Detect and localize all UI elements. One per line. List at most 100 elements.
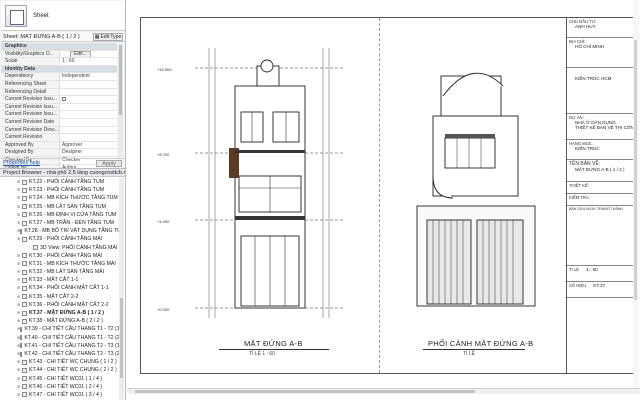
property-row[interactable]: Referencing Detail <box>1 88 117 97</box>
browser-sheet-item[interactable]: ⊕ KT.45 - CHI TIẾT WC01 ( 1 / 4 ) <box>0 375 119 383</box>
edit-type-button[interactable]: ▦ Edit Type <box>93 32 123 41</box>
perspective-view-title[interactable]: PHỐI CẢNH MẶT ĐỨNG A-B <box>428 339 533 348</box>
property-key: Designed By <box>5 149 34 156</box>
browser-sheet-item[interactable]: ⊕ KT.29 - PHỐI CẢNH TẦNG MÁI <box>0 235 119 243</box>
scrollbar-thumb[interactable] <box>135 390 475 393</box>
property-row[interactable]: Current Revision Issu... <box>1 111 117 119</box>
property-value[interactable] <box>59 118 117 126</box>
apply-button[interactable]: Apply <box>96 159 122 167</box>
scrollbar-thumb[interactable] <box>119 45 122 115</box>
browser-item-label: KT.32 - MB LÁT SÀN TẦNG MÁI <box>29 269 105 276</box>
elevation-view-title[interactable]: MẶT ĐỨNG A-B <box>244 339 303 348</box>
properties-help-link[interactable]: Properties help <box>1 160 40 166</box>
browser-sheet-item[interactable]: ⊕ KT.40 - CHI TIẾT CẦU THANG T1 - T2 (2 / <box>0 334 119 342</box>
property-key: Current Revision Date <box>5 118 55 125</box>
property-row[interactable]: Current Revision Issu... <box>1 96 117 104</box>
browser-sheet-item[interactable]: ⊕ KT.30 - PHỐI CẢNH TẦNG MÁI <box>0 252 119 260</box>
property-value[interactable]: Independent <box>59 73 117 80</box>
browser-sheet-item[interactable]: ⊕ KT.28 - MB BỐ TRÍ VẬT DỤNG TẦNG TUM <box>0 227 119 235</box>
property-value[interactable] <box>59 134 117 141</box>
sheet-icon <box>22 302 27 308</box>
type-selector[interactable]: Sheet <box>1 1 125 31</box>
browser-sheet-item[interactable]: ⊕ KT.23 - PHỐI CẢNH TẦNG TUM <box>0 186 119 194</box>
title-block[interactable]: CHỦ ĐẦU TƯ: ANH HUY ĐỊA CHỈ: HỒ CHÍ MINH… <box>566 18 637 373</box>
browser-sheet-item[interactable]: ⊕ KT.39 - CHI TIẾT CẦU THANG T1 - T2 (1 / <box>0 325 119 333</box>
browser-sheet-item[interactable]: ⊕ KT.41 - CHI TIẾT CẦU THANG T2 - T3 (1 / <box>0 342 119 350</box>
property-row[interactable]: Current Revision Issu... <box>1 103 117 112</box>
property-row[interactable]: Visibility/Graphics O... Edit... <box>1 50 117 59</box>
type-name: Sheet <box>33 12 49 19</box>
property-group-header[interactable]: Identity Data <box>1 65 117 74</box>
sheet-icon <box>20 351 23 357</box>
property-row[interactable]: Designed By Designer <box>1 149 117 157</box>
browser-sheet-item[interactable]: ⊕ KT.34 - PHỐI CẢNH MẶT CẮT 1-1 <box>0 284 119 292</box>
scrollbar-thumb[interactable] <box>634 40 637 300</box>
property-value[interactable]: Designer <box>59 149 117 156</box>
tb-check-by: KIỂM TRA: <box>567 194 637 206</box>
browser-item-label: KT.43 - CHI TIẾT WC CHUNG ( 1 / 2 ) <box>29 359 117 366</box>
browser-sheet-item[interactable]: ⊕ KT.46 - CHI TIẾT WC01 ( 2 / 4 ) <box>0 383 119 391</box>
property-key: Current Revision Desc... <box>5 126 59 133</box>
browser-sheet-item[interactable]: ⊕ KT.33 - MẶT CẮT 1-1 <box>0 276 119 284</box>
property-value[interactable]: Edit... <box>59 50 117 58</box>
browser-sheet-item[interactable]: ⊕ KT.31 - MB KÍCH THƯỚC TẦNG MÁI <box>0 260 119 268</box>
browser-sheet-item[interactable]: ⊕ KT.24 - MB KÍCH THƯỚC TẦNG TUM <box>0 194 119 202</box>
browser-view-item[interactable]: 3D View: PHỐI CẢNH TẦNG MÁI <box>0 244 119 252</box>
properties-scrollbar[interactable] <box>118 43 123 157</box>
tb-owner-value: ANH HUY <box>575 24 596 29</box>
tb-scale-value: 1 : 60 <box>586 267 598 272</box>
property-group-header[interactable]: Graphics <box>1 43 117 51</box>
property-value[interactable] <box>59 88 117 96</box>
browser-sheet-item[interactable]: ⊕ KT.26 - MB ĐỊNH VỊ CỬA TẦNG TUM <box>0 211 119 219</box>
browser-sheet-item[interactable]: ⊕ KT.22 - PHỐI CẢNH TẦNG TUM <box>0 178 119 186</box>
property-key: Current Revision Issu... <box>5 111 57 118</box>
property-value[interactable] <box>59 103 117 111</box>
tb-design-value: THIẾT KẾ BẢN VẼ THI CÔNG <box>575 125 637 130</box>
property-row[interactable]: Scale 1 : 60 <box>1 58 117 66</box>
instance-selector[interactable]: Sheet: MẶT ĐỨNG A-B ( 1 / 2 ) <box>1 34 93 40</box>
perspective-drawing[interactable] <box>403 56 553 311</box>
property-row[interactable]: Current Revision Date <box>1 118 117 127</box>
browser-item-label: KT.31 - MB KÍCH THƯỚC TẦNG MÁI <box>29 260 116 267</box>
property-value[interactable] <box>59 111 117 118</box>
browser-sheet-item[interactable]: ⊕ KT.43 - CHI TIẾT WC CHUNG ( 1 / 2 ) <box>0 358 119 366</box>
property-row[interactable]: Dependency Independent <box>1 73 117 81</box>
sheet-icon <box>22 261 27 267</box>
property-value[interactable]: 1 : 60 <box>59 58 117 65</box>
browser-sheet-item[interactable]: ⊕ KT.32 - MB LÁT SÀN TẦNG MÁI <box>0 268 119 276</box>
property-value[interactable]: Approver <box>59 141 117 149</box>
elevation-drawing[interactable]: +16.900 +8.700 +4.950 +0.000 <box>155 38 355 328</box>
browser-item-label: KT.34 - PHỐI CẢNH MẶT CẮT 1-1 <box>29 285 109 292</box>
property-value[interactable] <box>59 126 117 134</box>
browser-sheet-item[interactable]: ⊕ KT.35 - MẶT CẮT 2-2 <box>0 293 119 301</box>
browser-sheet-item[interactable]: ⊕ KT.47 - CHI TIẾT WC01 ( 3 / 4 ) <box>0 391 119 399</box>
canvas-vertical-scrollbar[interactable] <box>633 0 639 388</box>
property-checkbox[interactable] <box>62 96 66 101</box>
scrollbar-thumb[interactable] <box>120 298 123 378</box>
tb-project: DỰ ÁN: NHÀ Ở DÂN DỤNG THIẾT KẾ BẢN VẼ TH… <box>567 114 637 140</box>
tb-scale: TỈ LỆ 1 : 60 <box>567 266 637 282</box>
property-value[interactable] <box>59 96 117 103</box>
browser-scrollbar[interactable] <box>119 178 124 400</box>
browser-sheet-item[interactable]: ⊕ KT.27 - MB TRẦN - ĐÈN TẦNG TUM <box>0 219 119 227</box>
property-row[interactable]: Current Revision Desc... <box>1 126 117 135</box>
sheet-icon <box>22 179 27 185</box>
visibility-edit-button[interactable]: Edit... <box>70 50 91 58</box>
instance-filter[interactable]: Sheet: MẶT ĐỨNG A-B ( 1 / 2 ) ▦ Edit Typ… <box>1 32 125 42</box>
browser-sheet-item[interactable]: ⊕ KT.42 - CHI TIẾT CẦU THANG T2 - T3 (2 / <box>0 350 119 358</box>
property-value[interactable] <box>59 80 117 88</box>
edit-type-icon: ▦ <box>94 33 100 40</box>
property-row[interactable]: Referencing Sheet <box>1 80 117 89</box>
browser-sheet-item[interactable]: ⊕ KT.25 - MB LÁT SÀN TẦNG TUM <box>0 203 119 211</box>
browser-sheet-item[interactable]: ⊕ KT.38 - MẶT ĐỨNG A-B ( 2 / 2 ) <box>0 317 119 325</box>
browser-sheet-item[interactable]: ⊕ KT.37 - MẶT ĐỨNG A-B ( 1 / 2 ) <box>0 309 119 317</box>
browser-sheet-item[interactable]: ⊕ KT.36 - PHỐI CẢNH MẶT CẮT 2-2 <box>0 301 119 309</box>
property-row[interactable]: Approved By Approver <box>1 141 117 150</box>
property-row[interactable]: Current Revision <box>1 134 117 142</box>
property-key: Referencing Sheet <box>5 80 47 87</box>
drawing-canvas[interactable]: +16.900 +8.700 +4.950 +0.000 MẶT ĐỨNG A-… <box>127 0 640 400</box>
canvas-horizontal-scrollbar[interactable] <box>127 388 640 394</box>
sheet-icon <box>22 236 27 242</box>
perspective-title-line <box>423 349 525 350</box>
browser-sheet-item[interactable]: ⊕ KT.44 - CHI TIẾT WC CHUNG ( 2 / 2 ) <box>0 366 119 374</box>
